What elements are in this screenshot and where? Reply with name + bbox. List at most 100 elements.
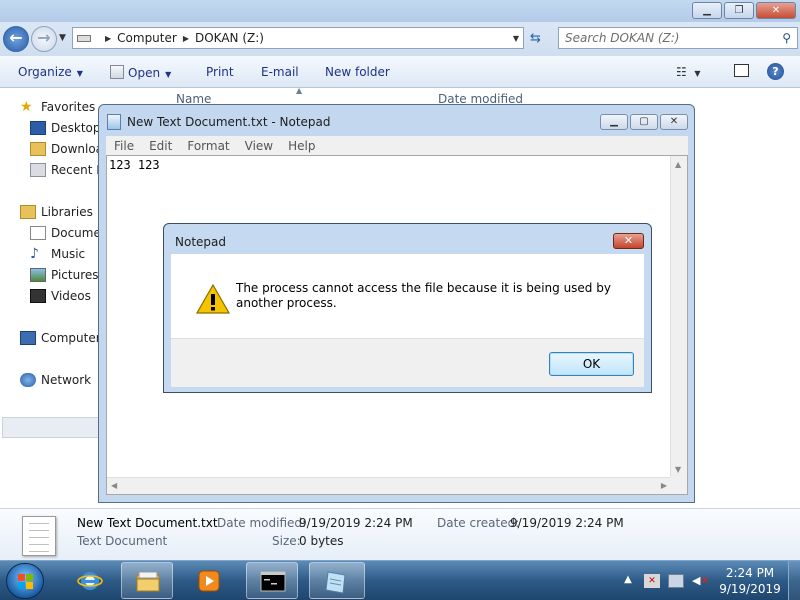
details-file-name: New Text Document.txt	[77, 516, 218, 530]
details-pane: New Text Document.txt Text Document Date…	[0, 508, 800, 560]
start-button[interactable]	[6, 563, 44, 599]
star-icon: ★	[20, 99, 33, 115]
sidebar-item-label: Libraries	[41, 205, 93, 219]
dialog-message: The process cannot access the file becau…	[236, 281, 611, 310]
warning-icon	[196, 284, 230, 314]
organize-button[interactable]: Organize ▼	[18, 65, 83, 79]
clock[interactable]: 2:24 PM 9/19/2019	[716, 565, 784, 597]
details-file-type: Text Document	[77, 534, 168, 548]
sidebar-item-videos[interactable]: Videos	[30, 287, 91, 305]
menu-file[interactable]: File	[106, 139, 141, 153]
taskbar-notepad[interactable]	[309, 562, 365, 599]
sidebar-item-favorites[interactable]: ★ Favorites	[20, 98, 95, 116]
sidebar-item-recent-places[interactable]: Recent P	[30, 161, 104, 179]
videos-icon	[30, 289, 46, 303]
search-icon[interactable]: ⚲	[782, 28, 791, 48]
sidebar-item-computer[interactable]: Computer	[20, 329, 101, 347]
details-size: 0 bytes	[299, 534, 344, 548]
notepad-minimize-button[interactable]: ▁	[600, 114, 628, 130]
sidebar-item-pictures[interactable]: Pictures	[30, 266, 99, 284]
menu-format[interactable]: Format	[179, 139, 236, 153]
notepad-icon	[325, 571, 346, 594]
taskbar-internet-explorer[interactable]	[64, 562, 116, 599]
scroll-down-icon[interactable]: ▼	[675, 465, 681, 474]
scroll-right-icon[interactable]: ▶	[661, 481, 667, 490]
print-button[interactable]: Print	[206, 65, 234, 79]
new-folder-button[interactable]: New folder	[325, 65, 390, 79]
taskbar-media-player[interactable]	[183, 562, 235, 599]
sidebar-item-libraries[interactable]: Libraries	[20, 203, 93, 221]
search-placeholder: Search DOKAN (Z:)	[565, 31, 680, 45]
action-center-icon[interactable]: ✕	[644, 574, 660, 588]
notepad-titlebar: New Text Document.txt - Notepad	[107, 114, 331, 130]
sidebar-item-desktop[interactable]: Desktop	[30, 119, 101, 137]
address-dropdown-icon[interactable]: ▼	[513, 34, 519, 43]
recent-places-icon	[30, 163, 46, 177]
show-hidden-icons-icon[interactable]: ▲	[620, 574, 636, 588]
open-button[interactable]: Open ▼	[110, 65, 171, 80]
scroll-left-icon[interactable]: ◀	[111, 481, 117, 490]
maximize-button[interactable]: ❐	[724, 2, 754, 19]
taskbar-explorer[interactable]	[121, 562, 173, 599]
breadcrumb-computer[interactable]: Computer	[117, 31, 177, 45]
close-button[interactable]: ✕	[756, 2, 796, 19]
details-date-created: 9/19/2019 2:24 PM	[510, 516, 624, 530]
dialog-close-button[interactable]: ✕	[613, 233, 644, 249]
notepad-content: 123 123	[109, 158, 160, 172]
volume-muted-icon[interactable]: ◀✕	[692, 574, 710, 588]
minimize-button[interactable]: ▁	[692, 2, 722, 19]
show-desktop-button[interactable]	[788, 561, 800, 600]
ok-button[interactable]: OK	[549, 352, 634, 376]
windows-logo-icon	[18, 574, 34, 590]
breadcrumb-arrow-icon[interactable]: ▶	[105, 34, 111, 43]
sort-arrow-icon: ▲	[296, 86, 303, 95]
menu-help[interactable]: Help	[280, 139, 322, 153]
notepad-title: New Text Document.txt - Notepad	[127, 115, 331, 129]
dialog-body: The process cannot access the file becau…	[171, 254, 644, 387]
sidebar-item-label: Computer	[41, 331, 101, 345]
music-icon: ♪	[30, 246, 39, 262]
documents-icon	[30, 226, 46, 240]
forward-button[interactable]: →	[31, 26, 57, 52]
sidebar-item-downloads[interactable]: Downloa	[30, 140, 103, 158]
selected-item-highlight	[2, 417, 100, 438]
horizontal-scrollbar[interactable]: ◀ ▶	[107, 477, 671, 494]
breadcrumb-location[interactable]: DOKAN (Z:)	[195, 31, 264, 45]
drive-icon	[77, 34, 91, 42]
vertical-scrollbar[interactable]: ▲ ▼	[670, 156, 687, 478]
scroll-up-icon[interactable]: ▲	[675, 160, 681, 169]
clock-date: 9/19/2019	[719, 582, 781, 596]
dialog-title: Notepad	[175, 235, 226, 249]
email-button[interactable]: E-mail	[261, 65, 299, 79]
sidebar-item-network[interactable]: Network	[20, 371, 91, 389]
menu-edit[interactable]: Edit	[141, 139, 179, 153]
network-status-icon[interactable]	[668, 574, 684, 588]
sidebar-item-documents[interactable]: Documer	[30, 224, 106, 242]
chevron-down-icon: ▼	[76, 69, 83, 78]
recent-pages-dropdown-icon[interactable]: ▼	[59, 33, 66, 43]
breadcrumb-arrow-icon[interactable]: ▶	[183, 34, 189, 43]
refresh-icon[interactable]: ⇆	[530, 31, 541, 46]
media-player-icon	[198, 570, 220, 592]
search-input[interactable]: Search DOKAN (Z:) ⚲	[558, 27, 798, 49]
details-date-modified-label: Date modified:	[217, 516, 307, 530]
notepad-maximize-button[interactable]: ▢	[630, 114, 658, 130]
explorer-titlebar: ▁ ❐ ✕	[0, 0, 800, 22]
sidebar-item-label: Downloa	[51, 142, 104, 156]
scrollbar-corner	[670, 477, 687, 494]
taskbar-command-prompt[interactable]	[246, 562, 298, 599]
command-prompt-icon	[260, 571, 286, 592]
sidebar-item-music[interactable]: ♪ Music	[30, 245, 85, 263]
error-dialog: Notepad ✕ The process cannot access the …	[163, 223, 652, 393]
preview-pane-icon[interactable]	[734, 64, 749, 77]
computer-icon	[20, 331, 36, 345]
menu-view[interactable]: View	[237, 139, 280, 153]
address-bar[interactable]: ▶ Computer ▶ DOKAN (Z:) ▼	[72, 27, 524, 49]
change-view-icon[interactable]: ☷ ▼	[676, 65, 701, 79]
sidebar-item-label: Music	[51, 247, 86, 261]
notepad-close-button[interactable]: ✕	[660, 114, 688, 130]
help-icon[interactable]: ?	[767, 63, 784, 80]
dialog-footer: OK	[171, 338, 644, 387]
pictures-icon	[30, 268, 46, 282]
back-button[interactable]: ←	[3, 26, 29, 52]
